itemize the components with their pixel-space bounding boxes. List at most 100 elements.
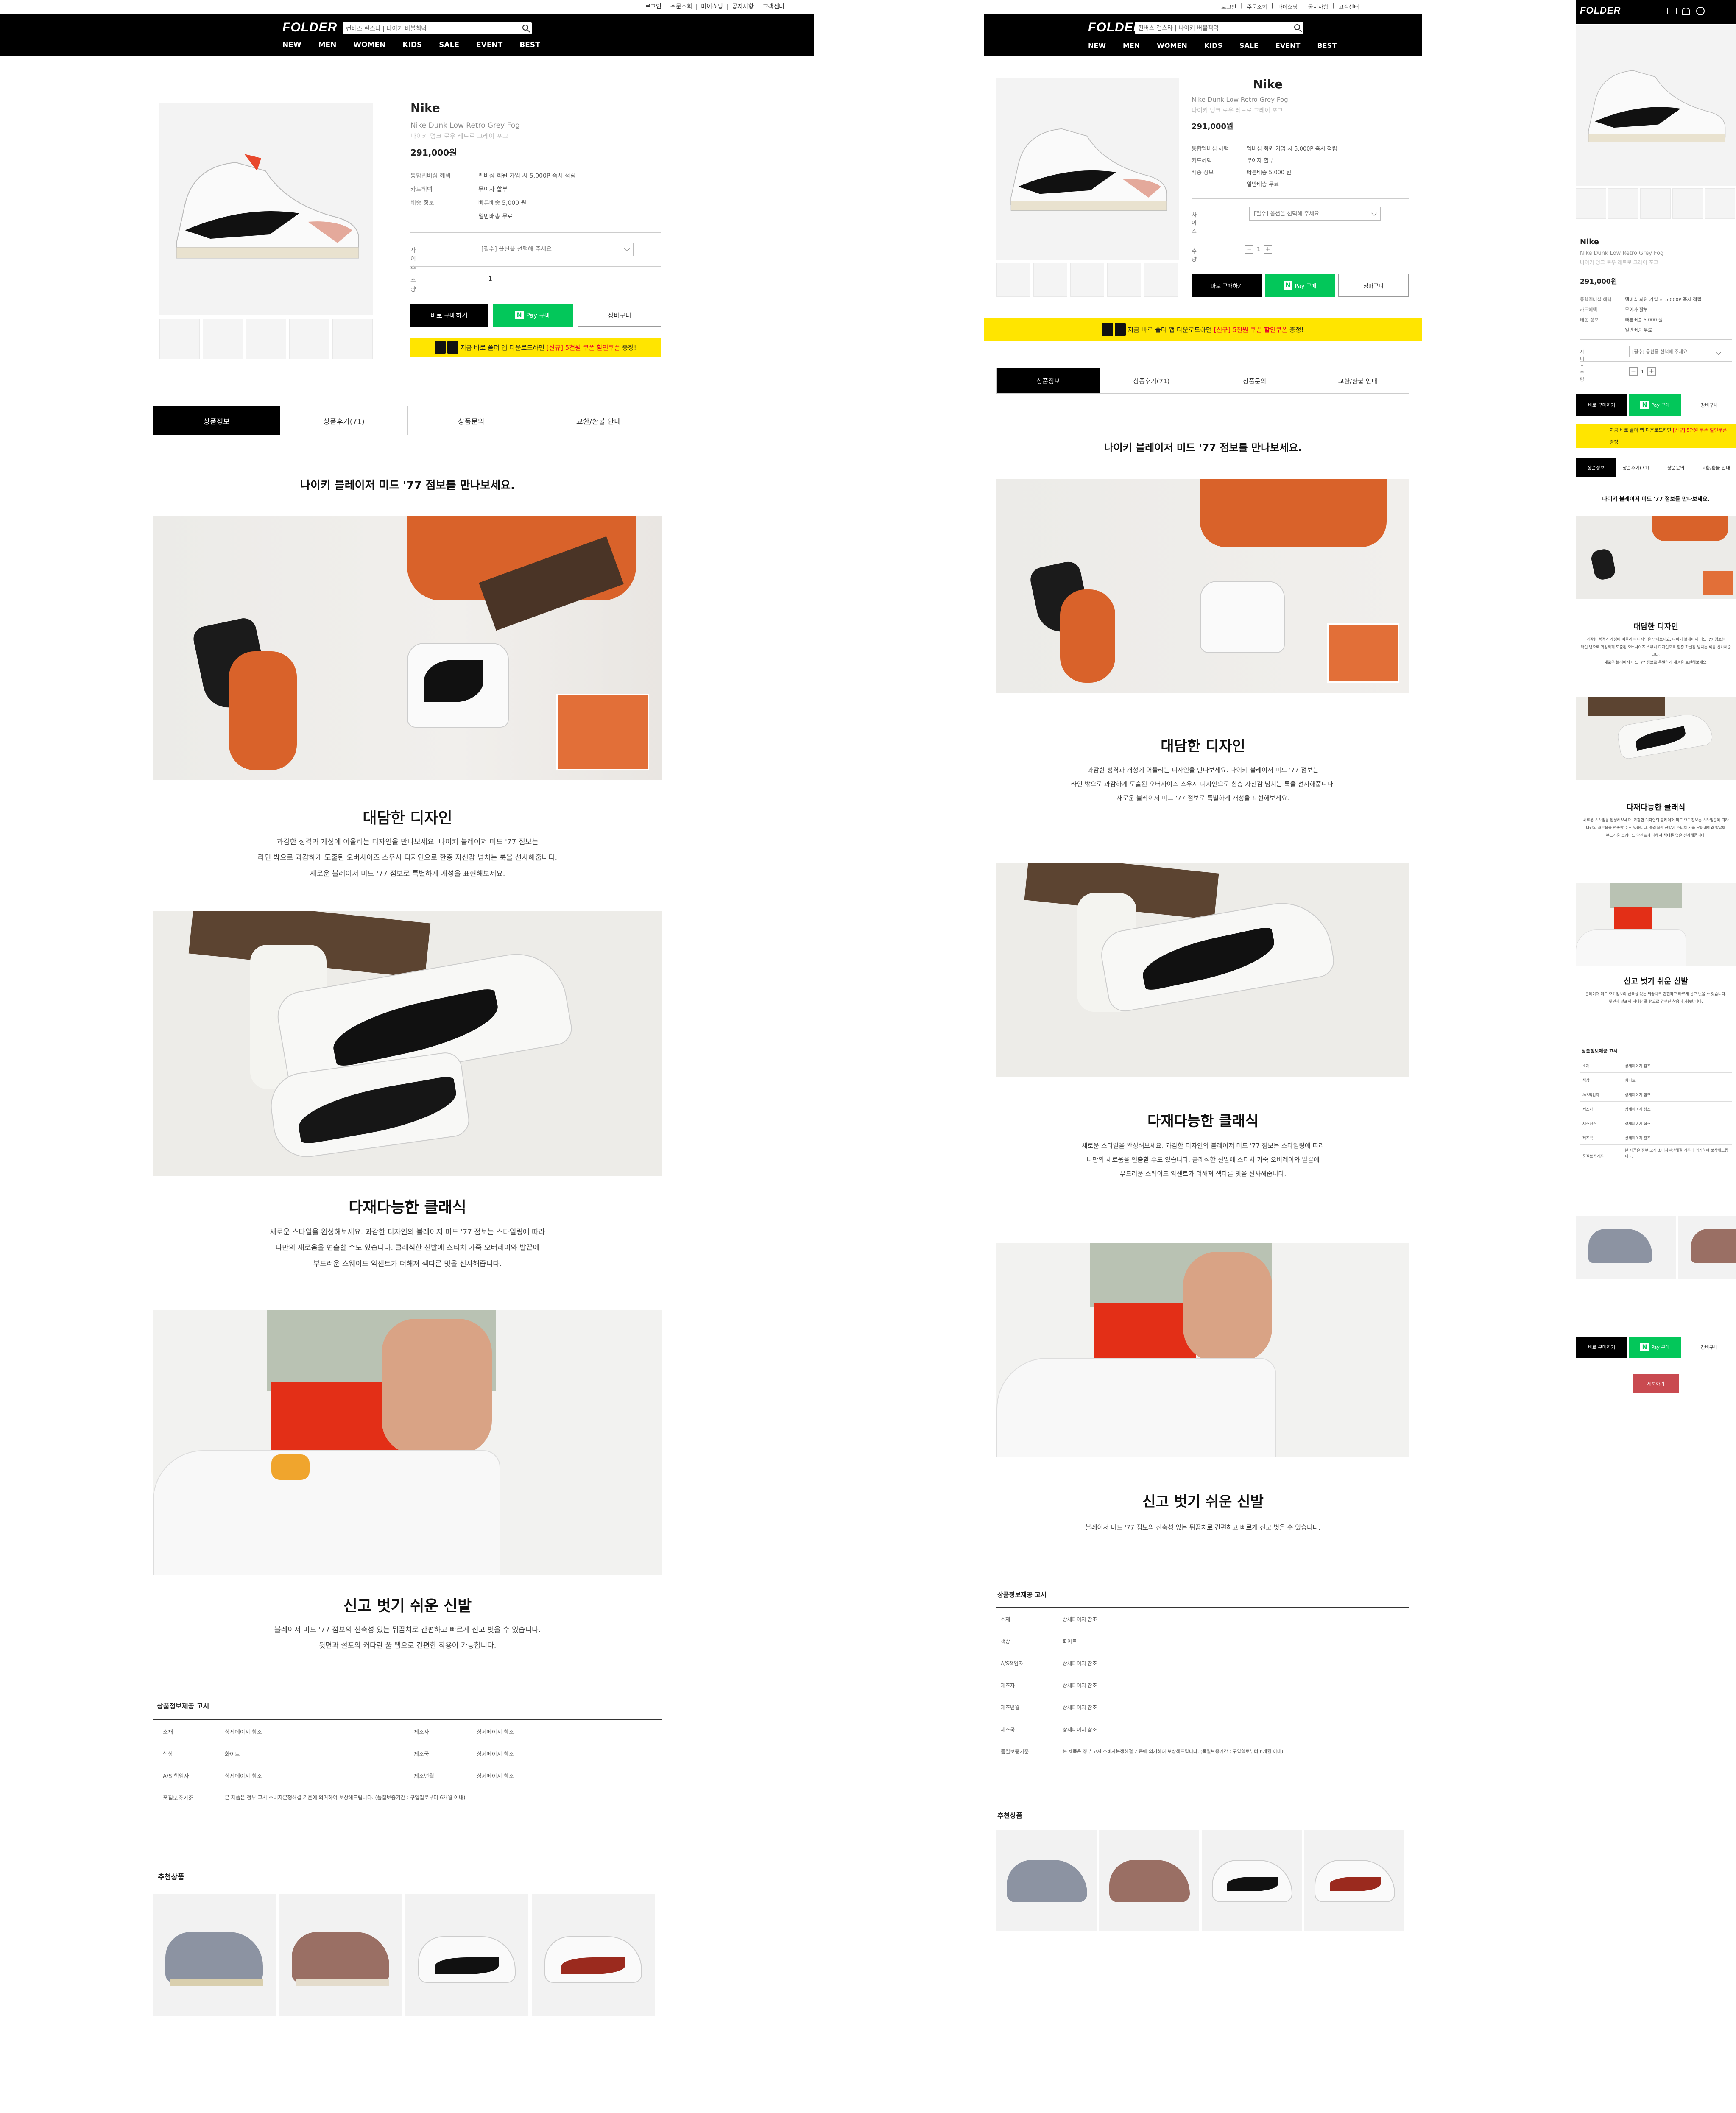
thumbnail-1[interactable] xyxy=(159,319,200,359)
qty-plus-button[interactable]: + xyxy=(495,275,504,283)
qty-minus-button[interactable]: − xyxy=(1245,245,1253,254)
nav-new[interactable]: NEW xyxy=(1080,42,1114,50)
thumbnail-3[interactable] xyxy=(246,319,286,359)
nav-kids[interactable]: KIDS xyxy=(1196,42,1231,50)
tab-reviews[interactable]: 상품후기(71) xyxy=(1616,458,1656,477)
customer-center-link[interactable]: 고객센터 xyxy=(758,4,789,10)
cart-icon[interactable] xyxy=(1667,8,1677,14)
search-icon[interactable] xyxy=(522,25,528,31)
tab-exchange[interactable]: 교환/환불 안내 xyxy=(535,406,662,435)
nav-women[interactable]: WOMEN xyxy=(1148,42,1196,50)
quantity-stepper[interactable]: − 1 + xyxy=(477,275,504,283)
cart-button[interactable]: 장바구니 xyxy=(578,304,661,327)
thumbnail-2[interactable] xyxy=(1033,263,1067,297)
my-shopping-link[interactable]: 마이쇼핑 xyxy=(697,4,728,10)
notice-link[interactable]: 공지사항 xyxy=(1308,3,1329,11)
nav-men[interactable]: MEN xyxy=(310,41,345,49)
order-lookup-link[interactable]: 주문조회 xyxy=(666,4,697,10)
cart-button[interactable]: 장바구니 xyxy=(1683,394,1736,416)
thumbnail-4[interactable] xyxy=(289,319,329,359)
quantity-stepper[interactable]: − 1 + xyxy=(1245,245,1273,254)
nav-sale[interactable]: SALE xyxy=(1231,42,1267,50)
buy-now-button[interactable]: 바로 구매하기 xyxy=(1576,394,1627,416)
recommend-item-1[interactable] xyxy=(153,1894,276,2016)
app-download-banner[interactable]: 지금 바로 폴더 앱 다운로드하면 [신규] 5천원 쿠폰 할인쿠폰 증정! xyxy=(984,318,1422,341)
search-input[interactable]: 컨버스 런스타 | 나이키 버블첵덕 xyxy=(1135,22,1303,34)
recommend-item-3[interactable] xyxy=(405,1894,528,2016)
app-download-banner[interactable]: 지금 바로 폴더 앱 다운로드하면 [신규] 5천원 쿠폰 할인쿠폰 증정! xyxy=(410,338,661,357)
recommend-item-2[interactable] xyxy=(279,1894,402,2016)
folder-logo[interactable]: FOLDER xyxy=(1580,5,1621,16)
thumbnail-2[interactable] xyxy=(1608,188,1638,219)
tab-exchange[interactable]: 교환/환불 안내 xyxy=(1696,458,1736,477)
report-button[interactable]: 제보하기 xyxy=(1633,1374,1679,1393)
nav-men[interactable]: MEN xyxy=(1114,42,1148,50)
nav-event[interactable]: EVENT xyxy=(468,41,511,49)
tab-reviews[interactable]: 상품후기(71) xyxy=(280,406,408,435)
menu-icon[interactable] xyxy=(1711,8,1721,14)
thumbnail-1[interactable] xyxy=(1576,188,1606,219)
my-shopping-link[interactable]: 마이쇼핑 xyxy=(1278,3,1298,11)
login-link[interactable]: 로그인 xyxy=(641,4,666,10)
recommend-item-1[interactable] xyxy=(1576,1216,1676,1279)
nav-kids[interactable]: KIDS xyxy=(394,41,430,49)
login-link[interactable]: 로그인 xyxy=(1221,3,1236,11)
size-select[interactable]: [필수] 옵션을 선택해 주세요 xyxy=(1629,346,1725,357)
tab-product-info[interactable]: 상품정보 xyxy=(997,368,1100,393)
tab-reviews[interactable]: 상품후기(71) xyxy=(1100,368,1203,393)
nav-event[interactable]: EVENT xyxy=(1267,42,1309,50)
tab-product-info[interactable]: 상품정보 xyxy=(153,406,281,435)
recommend-item-2[interactable] xyxy=(1099,1830,1199,1931)
nav-best[interactable]: BEST xyxy=(511,41,548,49)
recommend-item-2[interactable] xyxy=(1678,1216,1736,1279)
sticky-buy-now-button[interactable]: 바로 구매하기 xyxy=(1576,1337,1627,1358)
npay-button[interactable]: N Pay 구매 xyxy=(1629,394,1681,416)
product-name-en: Nike Dunk Low Retro Grey Fog xyxy=(1580,250,1664,257)
thumbnail-5[interactable] xyxy=(1144,263,1178,297)
recommend-item-1[interactable] xyxy=(996,1830,1097,1931)
thumbnail-4[interactable] xyxy=(1107,263,1141,297)
recommend-item-4[interactable] xyxy=(1304,1830,1404,1931)
app-download-banner[interactable]: 지금 바로 폴더 앱 다운로드하면 [신규] 5천원 쿠폰 할인쿠폰 증정! xyxy=(1576,424,1736,448)
cart-button[interactable]: 장바구니 xyxy=(1338,274,1409,297)
heart-icon[interactable] xyxy=(1682,8,1690,15)
size-select[interactable]: [필수] 옵션을 선택해 주세요 xyxy=(477,243,634,256)
notice-link[interactable]: 공지사항 xyxy=(728,4,759,10)
search-input[interactable]: 컨버스 런스타 | 나이키 버블첵덕 xyxy=(343,22,532,34)
folder-logo[interactable]: FOLDER xyxy=(282,20,337,35)
nav-best[interactable]: BEST xyxy=(1309,42,1345,50)
tab-product-info[interactable]: 상품정보 xyxy=(1576,458,1616,477)
qty-plus-button[interactable]: + xyxy=(1264,245,1273,254)
quantity-stepper[interactable]: − 1 + xyxy=(1629,367,1656,376)
tab-exchange[interactable]: 교환/환불 안내 xyxy=(1306,368,1409,393)
qty-minus-button[interactable]: − xyxy=(1629,367,1638,376)
recommend-item-4[interactable] xyxy=(532,1894,655,2016)
nav-new[interactable]: NEW xyxy=(274,41,310,49)
qty-minus-button[interactable]: − xyxy=(477,275,485,283)
thumbnail-1[interactable] xyxy=(996,263,1030,297)
recommend-item-3[interactable] xyxy=(1202,1830,1302,1931)
thumbnail-5[interactable] xyxy=(332,319,373,359)
qty-plus-button[interactable]: + xyxy=(1647,367,1656,376)
thumbnail-3[interactable] xyxy=(1070,263,1104,297)
thumbnail-4[interactable] xyxy=(1672,188,1703,219)
order-lookup-link[interactable]: 주문조회 xyxy=(1247,3,1267,11)
tab-qna[interactable]: 상품문의 xyxy=(408,406,535,435)
size-select[interactable]: [필수] 옵션을 선택해 주세요 xyxy=(1249,207,1381,221)
sticky-cart-button[interactable]: 장바구니 xyxy=(1683,1337,1736,1358)
thumbnail-3[interactable] xyxy=(1640,188,1671,219)
tab-qna[interactable]: 상품문의 xyxy=(1203,368,1306,393)
thumbnail-2[interactable] xyxy=(203,319,243,359)
customer-center-link[interactable]: 고객센터 xyxy=(1339,3,1359,11)
npay-button[interactable]: N Pay 구매 xyxy=(493,304,573,327)
buy-now-button[interactable]: 바로 구매하기 xyxy=(1192,274,1262,297)
sticky-npay-button[interactable]: N Pay 구매 xyxy=(1629,1337,1681,1358)
tab-qna[interactable]: 상품문의 xyxy=(1656,458,1696,477)
thumbnail-5[interactable] xyxy=(1705,188,1735,219)
search-icon[interactable] xyxy=(1294,24,1300,30)
nav-women[interactable]: WOMEN xyxy=(345,41,394,49)
nav-sale[interactable]: SALE xyxy=(430,41,468,49)
search-icon[interactable] xyxy=(1696,7,1705,15)
npay-button[interactable]: N Pay 구매 xyxy=(1265,274,1335,297)
buy-now-button[interactable]: 바로 구매하기 xyxy=(410,304,488,327)
